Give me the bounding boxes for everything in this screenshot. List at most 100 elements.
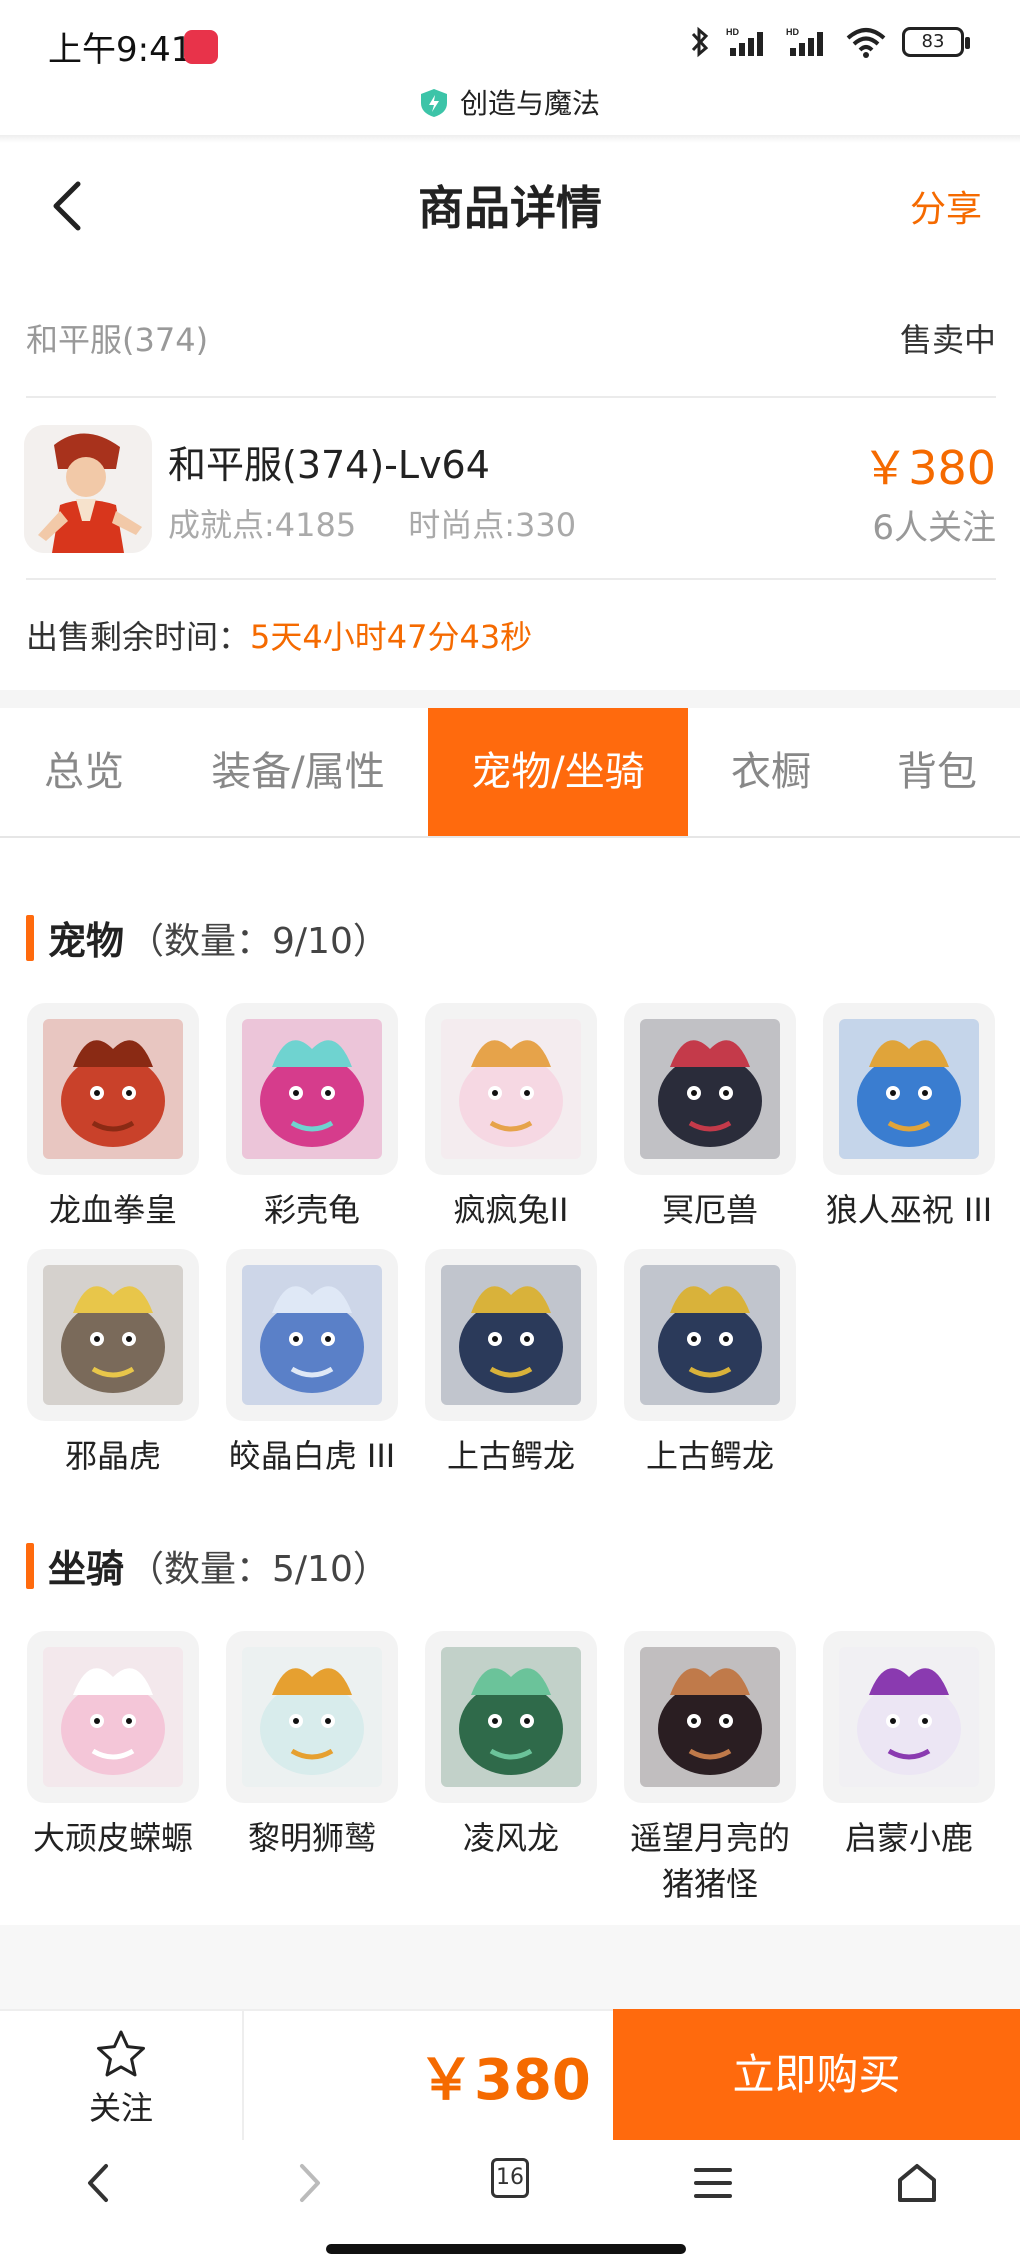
pet-card-name: 上古鳄龙: [446, 1437, 575, 1475]
fashion-points: 时尚点:330: [408, 506, 577, 544]
mount-card-image: [441, 1647, 581, 1787]
detail-tabs: 总览 装备/属性 宠物/坐骑 衣橱 背包: [0, 708, 1020, 838]
bluetooth-icon: [691, 26, 709, 58]
mount-card-image: [640, 1647, 780, 1787]
battery-icon: 83: [902, 27, 970, 57]
pet-card[interactable]: 彩壳龟: [226, 1003, 398, 1233]
pet-card-name: 彩壳龟: [263, 1191, 360, 1229]
tabs-count-icon[interactable]: 16: [491, 2158, 529, 2198]
remaining-time: 出售剩余时间：5天4小时47分43秒: [26, 612, 532, 658]
mount-card-name: 黎明狮鹫: [247, 1819, 376, 1857]
pet-card-name: 冥厄兽: [661, 1191, 758, 1229]
follow-button[interactable]: 关注: [0, 2011, 244, 2140]
pet-card-thumbnail: [624, 1003, 796, 1175]
pet-card-thumbnail: [27, 1003, 199, 1175]
share-button[interactable]: 分享: [910, 180, 982, 232]
pet-card-thumbnail: [226, 1249, 398, 1421]
status-icons: HD HD 83: [690, 26, 970, 58]
pet-card-name: 疯疯兔II: [453, 1191, 569, 1229]
pet-card[interactable]: 疯疯兔II: [425, 1003, 597, 1233]
section-gap: [0, 690, 1020, 708]
pet-card-thumbnail: [624, 1249, 796, 1421]
browser-title-label: 创造与魔法: [459, 87, 600, 120]
browser-nav: 16: [0, 2140, 1020, 2226]
product-title: 和平服(374)-Lv64: [168, 443, 490, 487]
home-icon[interactable]: [892, 2158, 942, 2208]
pet-card[interactable]: 狼人巫祝 III: [823, 1003, 995, 1233]
home-indicator[interactable]: [326, 2244, 686, 2254]
follower-count: 6人关注: [872, 508, 996, 548]
wifi-icon: [846, 28, 886, 58]
browser-forward-icon[interactable]: [282, 2158, 332, 2208]
mount-card-thumbnail: [27, 1631, 199, 1803]
mounts-title: 坐骑: [48, 1547, 125, 1591]
pet-card-name: 狼人巫祝 III: [825, 1191, 993, 1229]
status-time: 上午9:41: [48, 30, 193, 70]
sale-status: 售卖中: [899, 321, 996, 359]
star-icon: [97, 2030, 145, 2077]
pet-card-image: [43, 1265, 183, 1405]
pet-card[interactable]: 皎晶白虎 III: [226, 1249, 398, 1479]
achievement-points: 成就点:4185: [168, 506, 357, 544]
mount-card-image: [839, 1647, 979, 1787]
bottom-price: ￥380: [418, 2048, 591, 2113]
nav-header: 商品详情 分享: [0, 150, 1020, 260]
mount-card-name: 启蒙小鹿: [844, 1819, 973, 1857]
pet-card-image: [242, 1019, 382, 1159]
pets-title: 宠物: [48, 919, 125, 963]
pet-card[interactable]: 龙血拳皇: [27, 1003, 199, 1233]
pet-card-image: [640, 1019, 780, 1159]
menu-icon[interactable]: [688, 2158, 738, 2208]
tab-pets-mounts[interactable]: 宠物/坐骑: [428, 708, 688, 836]
tab-equipment[interactable]: 装备/属性: [168, 708, 428, 836]
page-title: 商品详情: [418, 181, 602, 235]
divider: [26, 396, 996, 398]
section-marker: [26, 914, 34, 961]
pets-section-title: 宠物 （数量：9/10）: [26, 910, 389, 965]
mount-card[interactable]: 凌风龙: [425, 1631, 597, 1861]
pet-card[interactable]: 上古鳄龙: [425, 1249, 597, 1479]
character-avatar-image: [24, 425, 152, 553]
mount-card[interactable]: 启蒙小鹿: [823, 1631, 995, 1861]
pet-card-image: [640, 1265, 780, 1405]
action-bar: 关注 ￥380 立即购买: [0, 2009, 1020, 2140]
app-notification-icon: [184, 30, 218, 64]
mounts-count: （数量：5/10）: [128, 1548, 389, 1590]
mount-card-name: 凌风龙: [462, 1819, 559, 1857]
product-price: ￥380: [862, 441, 996, 495]
product-summary[interactable]: 和平服(374)-Lv64 成就点:4185 时尚点:330 ￥380 6人关注: [24, 420, 996, 560]
remaining-time-label: 出售剩余时间：: [26, 618, 251, 656]
svg-text:HD: HD: [726, 27, 739, 37]
mount-card-image: [242, 1647, 382, 1787]
server-name: 和平服(374): [26, 321, 209, 359]
mount-card[interactable]: 大顽皮蝾螈: [27, 1631, 199, 1861]
mount-card-thumbnail: [823, 1631, 995, 1803]
product-stats: 成就点:4185 时尚点:330: [168, 500, 576, 546]
header-divider: [0, 135, 1020, 143]
pet-card-image: [441, 1265, 581, 1405]
pet-card[interactable]: 邪晶虎: [27, 1249, 199, 1479]
mount-card-name: 大顽皮蝾螈: [32, 1819, 193, 1857]
pet-card-thumbnail: [226, 1003, 398, 1175]
svg-text:HD: HD: [786, 27, 799, 37]
tab-backpack[interactable]: 背包: [854, 708, 1020, 836]
status-bar: 上午9:41 HD HD 83 创造与魔法: [0, 0, 1020, 120]
mount-card[interactable]: 黎明狮鹫: [226, 1631, 398, 1861]
mount-card-image: [43, 1647, 183, 1787]
mount-card[interactable]: 遥望月亮的 猪猪怪: [624, 1631, 796, 1907]
pet-card-image: [242, 1265, 382, 1405]
pet-card-name: 上古鳄龙: [645, 1437, 774, 1475]
browser-title[interactable]: 创造与魔法: [0, 82, 1020, 122]
divider: [26, 578, 996, 580]
browser-back-icon[interactable]: [76, 2158, 126, 2208]
tab-wardrobe[interactable]: 衣橱: [688, 708, 854, 836]
pet-card-name: 龙血拳皇: [48, 1191, 177, 1229]
server-row: 和平服(374) 售卖中: [26, 308, 996, 368]
pet-card[interactable]: 冥厄兽: [624, 1003, 796, 1233]
pet-card-thumbnail: [425, 1003, 597, 1175]
buy-now-button[interactable]: 立即购买: [613, 2009, 1020, 2140]
shield-icon: [420, 89, 447, 117]
mount-card-thumbnail: [425, 1631, 597, 1803]
pet-card[interactable]: 上古鳄龙: [624, 1249, 796, 1479]
tab-overview[interactable]: 总览: [0, 708, 168, 836]
